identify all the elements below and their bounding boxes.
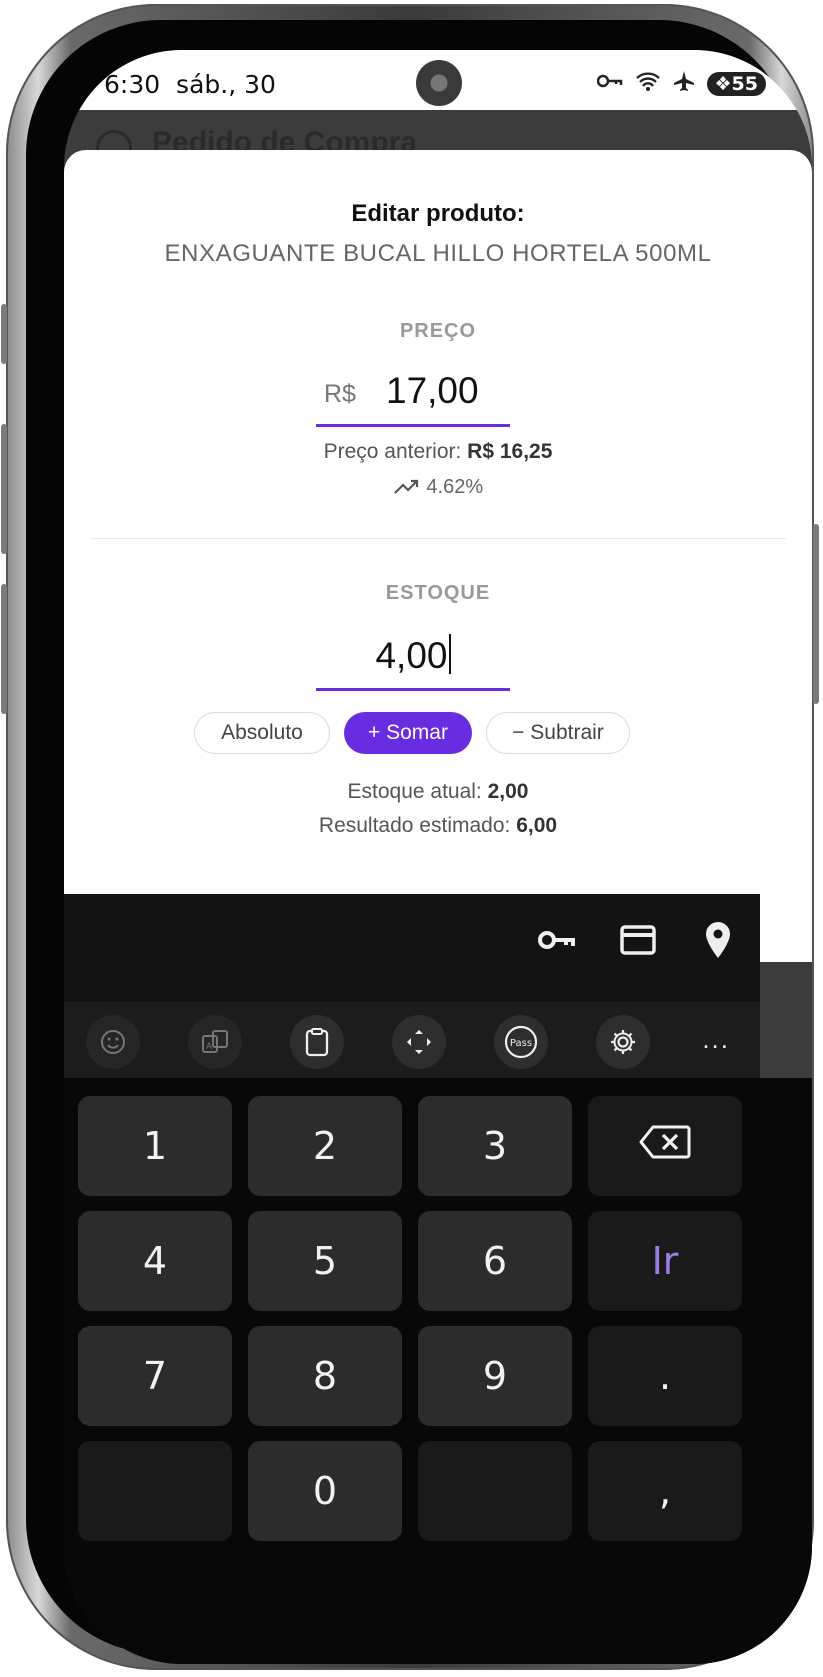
price-change: 4.62% — [64, 476, 812, 499]
currency-symbol: R$ — [324, 380, 356, 408]
estimated-result-label: Resultado estimado: — [318, 814, 511, 837]
svg-text:A: A — [206, 1042, 213, 1052]
battery-saver-icon: ❖ — [714, 72, 732, 95]
status-time: 6:30 sáb., 30 — [104, 70, 276, 99]
price-label: PREÇO — [399, 320, 477, 342]
trending-up-icon — [393, 476, 427, 498]
clock: 6:30 — [104, 70, 161, 99]
key-7[interactable]: 7 — [78, 1326, 232, 1426]
status-icons: ❖55 — [596, 70, 766, 97]
side-button-left — [1, 584, 7, 714]
phone-frame: Pedido de Compra 6:30 sáb., 30 ❖55 Edita… — [1, 4, 819, 1670]
phone-bezel: Pedido de Compra 6:30 sáb., 30 ❖55 Edita… — [26, 20, 812, 1664]
autofill-bar — [64, 894, 760, 1002]
go-key[interactable]: Ir — [588, 1211, 742, 1311]
text-caret — [448, 634, 451, 674]
current-stock-value: 2,00 — [487, 780, 529, 803]
empty-key — [78, 1441, 232, 1541]
pass-label: Pass — [510, 1038, 532, 1049]
mode-add-button[interactable]: + Somar — [344, 712, 472, 754]
backspace-key[interactable] — [588, 1096, 742, 1196]
location-pin-icon[interactable] — [700, 920, 736, 965]
translate-icon[interactable]: A — [188, 1015, 242, 1069]
side-button-left — [1, 424, 7, 554]
side-button-right — [813, 524, 819, 704]
comma-key[interactable]: , — [588, 1441, 742, 1541]
card-icon[interactable] — [618, 920, 658, 965]
side-button-left — [1, 304, 7, 364]
clipboard-icon[interactable] — [290, 1015, 344, 1069]
battery-indicator: ❖55 — [706, 71, 766, 96]
empty-key — [418, 1441, 572, 1541]
price-field[interactable]: R$ 17,00 — [316, 368, 510, 427]
stock-field[interactable]: 4,00 — [316, 632, 510, 691]
front-camera — [416, 60, 462, 106]
mode-absolute-button[interactable]: Absoluto — [194, 712, 330, 754]
key-8[interactable]: 8 — [248, 1326, 402, 1426]
previous-price-value: R$ 16,25 — [467, 440, 553, 463]
text-cursor-icon[interactable] — [392, 1015, 446, 1069]
keyboard-toolbar: A Pass ... — [64, 1002, 760, 1078]
dot-key[interactable]: . — [588, 1326, 742, 1426]
sheet-heading: Editar produto: — [351, 200, 525, 227]
key-0[interactable]: 0 — [248, 1441, 402, 1541]
key-6[interactable]: 6 — [418, 1211, 572, 1311]
emoji-icon[interactable] — [86, 1015, 140, 1069]
previous-price-label: Preço anterior: — [323, 440, 462, 463]
status-bar: 6:30 sáb., 30 ❖55 — [64, 50, 812, 110]
price-input[interactable]: 17,00 — [386, 370, 479, 412]
key-5[interactable]: 5 — [248, 1211, 402, 1311]
product-name: ENXAGUANTE BUCAL HILLO HORTELA 500ML — [164, 240, 712, 267]
numeric-keypad: 1 2 3 4 5 6 Ir 7 8 9 . 0 , — [64, 1078, 812, 1664]
date: sáb., 30 — [176, 70, 276, 99]
key-1[interactable]: 1 — [78, 1096, 232, 1196]
price-change-percent: 4.62% — [426, 476, 484, 498]
estimated-result-value: 6,00 — [516, 814, 558, 837]
more-icon[interactable]: ... — [702, 1024, 730, 1055]
mode-subtract-button[interactable]: − Subtrair — [486, 712, 630, 754]
key-2[interactable]: 2 — [248, 1096, 402, 1196]
previous-price: Preço anterior: R$ 16,25 — [64, 440, 812, 464]
stock-input[interactable]: 4,00 — [316, 634, 510, 677]
key-icon[interactable] — [536, 920, 576, 965]
edit-product-sheet: Editar produto: ENXAGUANTE BUCAL HILLO H… — [64, 150, 812, 962]
current-stock: Estoque atual: 2,00 — [64, 780, 812, 804]
estimated-result: Resultado estimado: 6,00 — [64, 814, 812, 838]
battery-level: 55 — [731, 72, 758, 95]
backspace-icon — [639, 1124, 691, 1169]
wifi-icon — [635, 70, 661, 97]
pass-icon[interactable]: Pass — [494, 1015, 548, 1069]
key-3[interactable]: 3 — [418, 1096, 572, 1196]
stock-value: 4,00 — [375, 635, 448, 676]
key-4[interactable]: 4 — [78, 1211, 232, 1311]
key-icon — [596, 73, 623, 94]
airplane-icon — [673, 70, 695, 97]
screen: Pedido de Compra 6:30 sáb., 30 ❖55 Edita… — [64, 50, 812, 1664]
section-divider — [90, 538, 786, 539]
key-9[interactable]: 9 — [418, 1326, 572, 1426]
current-stock-label: Estoque atual: — [347, 780, 482, 803]
stock-label: ESTOQUE — [385, 582, 491, 604]
settings-icon[interactable] — [596, 1015, 650, 1069]
